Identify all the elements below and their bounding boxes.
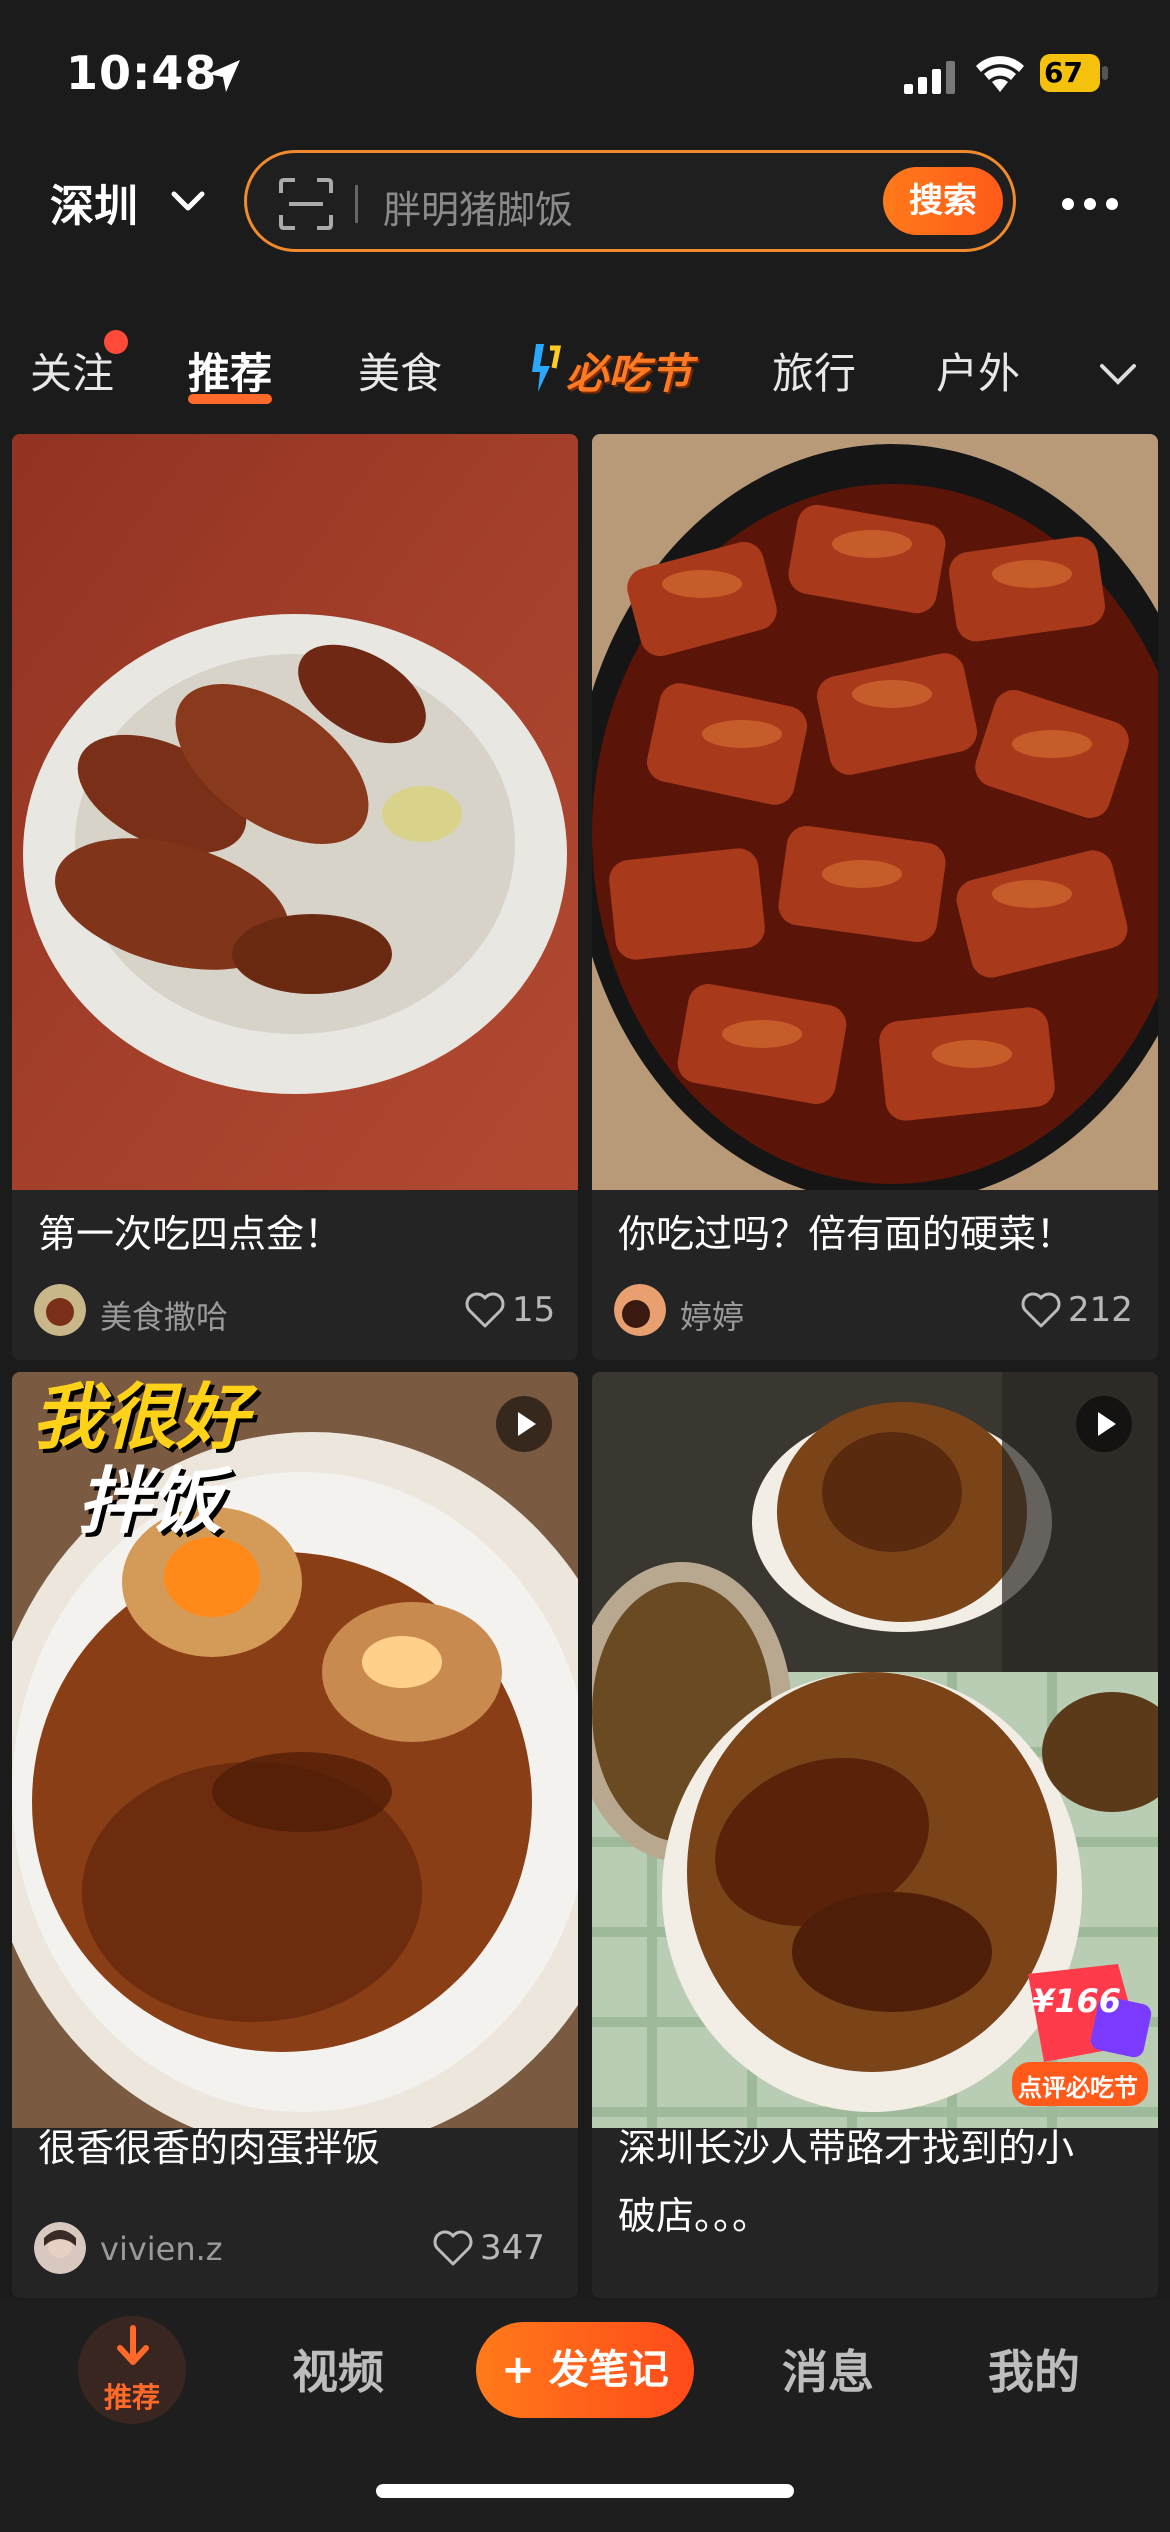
tab-travel[interactable]: 旅行 <box>772 340 856 401</box>
battery-percent: 67 <box>1044 56 1083 89</box>
tab-follow[interactable]: 关注 <box>30 340 114 401</box>
play-triangle-icon <box>1098 1412 1116 1436</box>
nav-me[interactable]: 我的 <box>988 2336 1080 2402</box>
post-title-line-1[interactable]: 深圳长沙人带路才找到的小 <box>618 2116 1074 2180</box>
battery-indicator: 67 <box>1040 54 1110 94</box>
like-count: 15 <box>512 1290 556 1330</box>
search-divider <box>355 185 358 223</box>
post-title[interactable]: 第一次吃四点金！ <box>38 1202 342 1266</box>
post-note-button[interactable]: + 发笔记 <box>476 2322 694 2418</box>
cellular-signal-icon <box>904 61 955 94</box>
feed-card[interactable]: 我很好 拌饭 很香很香的肉蛋拌饭 vivien.z 347 <box>12 1372 578 2298</box>
avatar[interactable] <box>614 1284 666 1336</box>
avatar[interactable] <box>34 1284 86 1336</box>
status-time: 10:48 <box>66 46 218 100</box>
search-input[interactable]: 胖明猪脚饭 <box>383 179 573 234</box>
image-overlay-text: 拌饭 <box>78 1459 223 1543</box>
tab-food[interactable]: 美食 <box>358 340 442 401</box>
battery-cap <box>1102 66 1108 80</box>
play-triangle-icon <box>518 1412 536 1436</box>
nav-recommend[interactable]: 推荐 <box>78 2316 186 2424</box>
feed-card[interactable]: ¥166 点评必吃节 深圳长沙人带路才找到的小 破店。。。 <box>592 1372 1158 2298</box>
nav-video[interactable]: 视频 <box>292 2336 384 2402</box>
active-tab-underline <box>188 394 273 404</box>
video-play-icon[interactable] <box>1076 1396 1132 1452</box>
author-name[interactable]: 美食撒哈 <box>100 1292 228 1338</box>
feed-card[interactable]: 你吃过吗？倍有面的硬菜！ 婷婷 212 <box>592 434 1158 1360</box>
status-bar: 10:48 67 <box>0 0 1170 150</box>
video-play-icon[interactable] <box>496 1396 552 1452</box>
chevron-down-icon[interactable] <box>168 182 208 222</box>
heart-icon[interactable] <box>432 2228 474 2268</box>
post-title-line-2[interactable]: 破店。。。 <box>618 2184 770 2248</box>
post-title[interactable]: 你吃过吗？倍有面的硬菜！ <box>618 1202 1074 1266</box>
festival-label: 必吃节 <box>566 349 693 398</box>
tab-outdoor[interactable]: 户外 <box>936 340 1020 401</box>
heart-icon[interactable] <box>464 1290 506 1330</box>
wifi-icon <box>976 56 1024 92</box>
post-image[interactable] <box>592 434 1158 1190</box>
city-selector[interactable]: 深圳 <box>50 170 138 234</box>
nav-messages[interactable]: 消息 <box>782 2336 874 2402</box>
post-title[interactable]: 很香很香的肉蛋拌饭 <box>38 2116 380 2180</box>
scan-icon[interactable] <box>277 177 335 231</box>
more-icon[interactable] <box>1060 196 1120 212</box>
tab-recommend[interactable]: 推荐 <box>188 340 273 404</box>
search-bar[interactable]: 胖明猪脚饭 搜索 <box>244 150 1016 252</box>
festival-badge[interactable]: ¥166 点评必吃节 <box>1008 1964 1152 2114</box>
expand-tabs-icon[interactable] <box>1096 356 1140 392</box>
post-image[interactable] <box>12 434 578 1190</box>
heart-icon[interactable] <box>1020 1290 1062 1330</box>
notification-dot <box>104 330 128 354</box>
like-count: 212 <box>1068 1290 1133 1330</box>
badge-label: 点评必吃节 <box>1018 2074 1138 2102</box>
nav-recommend-label: 推荐 <box>103 2381 160 2414</box>
like-count: 347 <box>480 2228 545 2268</box>
author-name[interactable]: 婷婷 <box>680 1292 744 1338</box>
feed-card[interactable]: 第一次吃四点金！ 美食撒哈 15 <box>12 434 578 1360</box>
location-arrow-icon <box>208 60 240 92</box>
arrow-down-icon <box>117 2325 149 2365</box>
badge-price: ¥166 <box>1032 1982 1122 2020</box>
author-name[interactable]: vivien.z <box>100 2230 223 2268</box>
search-button[interactable]: 搜索 <box>883 167 1003 235</box>
festival-logo-icon <box>532 344 562 392</box>
home-indicator[interactable] <box>376 2484 794 2498</box>
tab-recommend-label: 推荐 <box>188 349 273 398</box>
avatar[interactable] <box>34 2222 86 2274</box>
image-overlay-text: 我很好 <box>32 1375 249 1459</box>
